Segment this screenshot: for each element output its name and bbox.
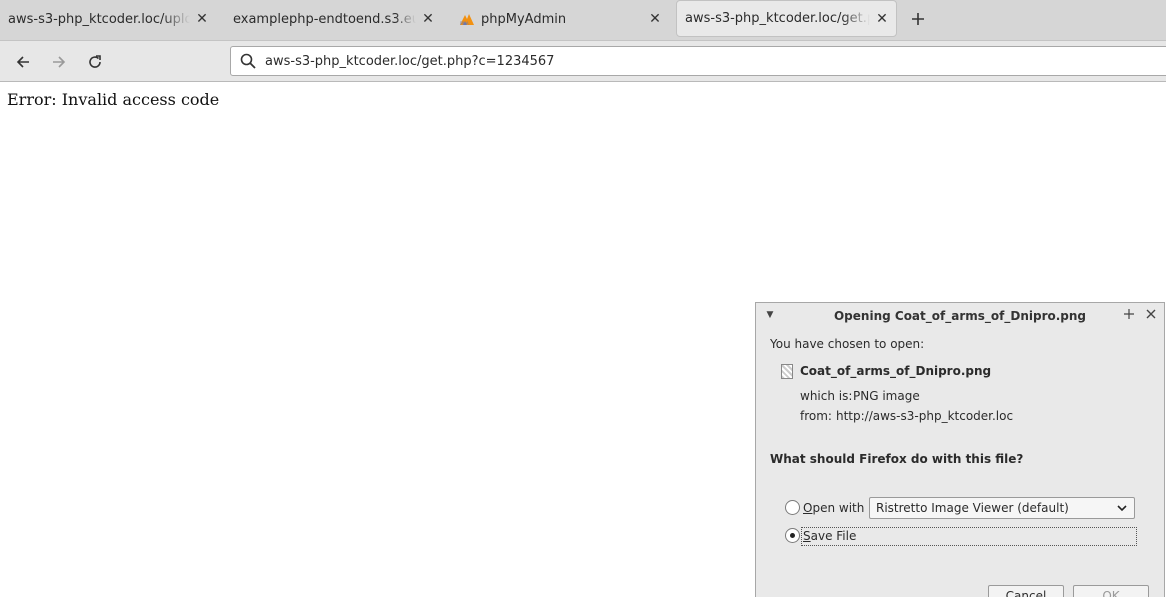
save-file-label[interactable]: Save File	[803, 529, 856, 543]
save-file-radio[interactable]	[785, 528, 800, 543]
tab-title: phpMyAdmin	[481, 11, 567, 27]
search-icon	[239, 52, 257, 70]
url-bar[interactable]	[230, 46, 1166, 76]
open-with-text: pen with	[812, 501, 865, 515]
forward-button[interactable]	[46, 49, 72, 75]
tab-s3-bucket[interactable]: examplephp-endtoend.s3.eu-north-1.amazon…	[225, 0, 442, 38]
tab-title: examplephp-endtoend.s3.eu-north-1.amazon…	[233, 11, 416, 27]
download-dialog: ▼ Opening Coat_of_arms_of_Dnipro.png You…	[755, 302, 1165, 597]
tab-title: aws-s3-php_ktcoder.loc/upload.php	[8, 11, 190, 27]
save-file-accel: S	[803, 529, 811, 543]
close-icon[interactable]: ✕	[876, 11, 888, 27]
chevron-down-icon	[1116, 502, 1128, 514]
tab-phpmyadmin[interactable]: PMA phpMyAdmin ✕	[451, 0, 669, 38]
file-source: http://aws-s3-php_ktcoder.loc	[836, 409, 1014, 423]
file-type: PNG image	[853, 389, 920, 403]
nav-toolbar	[0, 41, 1166, 82]
chosen-label: You have chosen to open:	[770, 337, 925, 351]
close-icon[interactable]	[1144, 307, 1158, 321]
dialog-titlebar[interactable]: ▼ Opening Coat_of_arms_of_Dnipro.png	[756, 303, 1164, 328]
open-with-radio[interactable]	[785, 500, 800, 515]
open-with-select[interactable]: Ristretto Image Viewer (default)	[869, 497, 1135, 519]
reload-icon	[89, 55, 101, 68]
action-question: What should Firefox do with this file?	[770, 452, 1024, 466]
back-button[interactable]	[10, 49, 36, 75]
error-message: Error: Invalid access code	[7, 90, 220, 109]
from-label: from:	[800, 409, 832, 423]
arrow-right-icon	[53, 56, 66, 68]
tab-strip: aws-s3-php_ktcoder.loc/upload.php ✕ exam…	[0, 0, 1166, 41]
cancel-button[interactable]: Cancel	[988, 585, 1064, 597]
reload-button[interactable]	[82, 49, 108, 75]
close-icon[interactable]: ✕	[196, 11, 208, 27]
svg-text:PMA: PMA	[460, 21, 469, 26]
ok-button[interactable]: OK	[1073, 585, 1149, 597]
tab-get-php[interactable]: aws-s3-php_ktcoder.loc/get.php?c=1234567…	[676, 0, 897, 37]
dialog-title: Opening Coat_of_arms_of_Dnipro.png	[833, 308, 1087, 323]
file-icon	[781, 364, 793, 379]
url-input[interactable]	[265, 53, 1125, 69]
tab-upload[interactable]: aws-s3-php_ktcoder.loc/upload.php ✕	[0, 0, 216, 38]
window-menu-icon[interactable]: ▼	[764, 309, 776, 321]
plus-icon	[912, 13, 924, 25]
new-tab-button[interactable]	[906, 7, 930, 31]
file-name: Coat_of_arms_of_Dnipro.png	[800, 364, 992, 378]
save-file-text: ave File	[810, 529, 857, 543]
open-with-app: Ristretto Image Viewer (default)	[876, 501, 1069, 515]
which-is-label: which is:	[800, 389, 853, 403]
close-icon[interactable]: ✕	[649, 11, 661, 27]
close-icon[interactable]: ✕	[422, 11, 434, 27]
tab-title: aws-s3-php_ktcoder.loc/get.php?c=1234567	[685, 11, 870, 26]
pin-icon[interactable]	[1122, 307, 1136, 321]
open-with-label[interactable]: Open with	[803, 501, 864, 515]
arrow-left-icon	[16, 56, 29, 68]
phpmyadmin-icon: PMA	[459, 12, 475, 26]
